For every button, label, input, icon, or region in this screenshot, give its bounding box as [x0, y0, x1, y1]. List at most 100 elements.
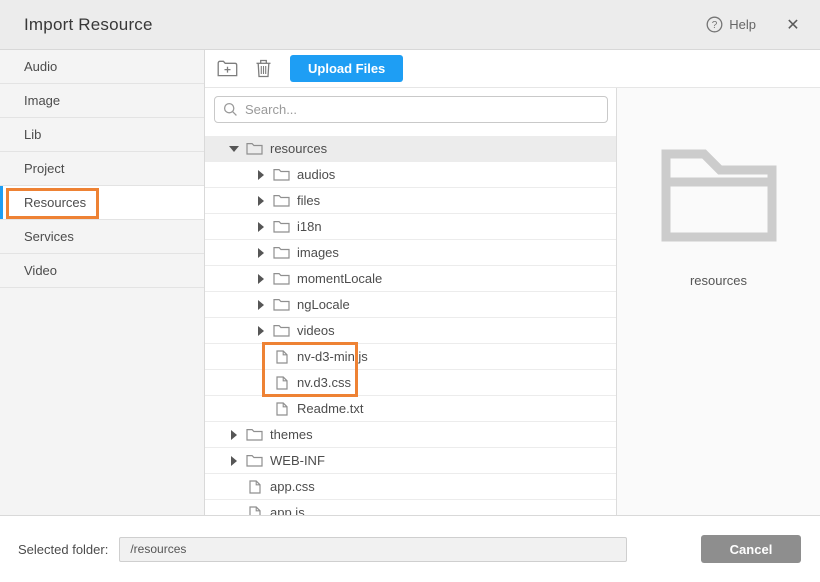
- sidebar-item-lib[interactable]: Lib: [0, 118, 204, 152]
- caret-right-icon[interactable]: [227, 430, 240, 440]
- category-sidebar: Audio Image Lib Project Resources Services Vid…: [0, 50, 205, 515]
- tree-row-themes[interactable]: themes: [205, 422, 616, 448]
- caret-right-icon[interactable]: [254, 274, 267, 284]
- caret-right-icon[interactable]: [254, 300, 267, 310]
- tree-row-label: i18n: [297, 219, 322, 234]
- content-row: resources audios files i18n images momentLoca…: [205, 88, 820, 515]
- tree-row-label: nv.d3.css: [297, 375, 351, 390]
- help-label: Help: [729, 17, 756, 32]
- tree-row-momentLocale[interactable]: momentLocale: [205, 266, 616, 292]
- sidebar-item-label: Audio: [24, 59, 57, 74]
- caret-right-icon[interactable]: [254, 248, 267, 258]
- caret-right-icon[interactable]: [254, 170, 267, 180]
- sidebar-item-image[interactable]: Image: [0, 84, 204, 118]
- add-folder-button[interactable]: [214, 56, 240, 82]
- folder-icon: [273, 168, 290, 181]
- upload-files-button[interactable]: Upload Files: [290, 55, 403, 82]
- preview-folder-name: resources: [690, 273, 747, 288]
- tree-row-i18n[interactable]: i18n: [205, 214, 616, 240]
- caret-right-icon[interactable]: [254, 222, 267, 232]
- tree-row-label: WEB-INF: [270, 453, 325, 468]
- selected-folder-label: Selected folder:: [18, 542, 108, 557]
- svg-text:?: ?: [712, 20, 718, 31]
- file-tree-panel: resources audios files i18n images momentLoca…: [205, 88, 617, 515]
- folder-icon: [246, 142, 263, 155]
- file-icon: [273, 350, 290, 364]
- tree-row-label: audios: [297, 167, 335, 182]
- folder-icon: [273, 272, 290, 285]
- sidebar-item-resources[interactable]: Resources: [0, 186, 204, 220]
- tree-row-label: Readme.txt: [297, 401, 363, 416]
- tree-row-WEB-INF[interactable]: WEB-INF: [205, 448, 616, 474]
- caret-right-icon[interactable]: [254, 326, 267, 336]
- tree-row-label: app.js: [270, 505, 305, 515]
- help-button[interactable]: ? Help: [706, 16, 756, 33]
- cancel-button[interactable]: Cancel: [701, 535, 801, 563]
- sidebar-item-label: Services: [24, 229, 74, 244]
- file-icon: [273, 376, 290, 390]
- tree-row-ngLocale[interactable]: ngLocale: [205, 292, 616, 318]
- dialog-header: Import Resource ? Help ✕: [0, 0, 820, 50]
- sidebar-item-label: Image: [24, 93, 60, 108]
- tree-row-nv.d3.css[interactable]: nv.d3.css: [205, 370, 616, 396]
- tree-row-label: files: [297, 193, 320, 208]
- search-wrap: [205, 88, 616, 123]
- folder-icon: [273, 246, 290, 259]
- delete-button[interactable]: [250, 56, 276, 82]
- toolbar: Upload Files: [205, 50, 820, 88]
- folder-icon: [273, 194, 290, 207]
- tree-row-label: app.css: [270, 479, 315, 494]
- caret-right-icon[interactable]: [254, 196, 267, 206]
- dialog-footer: Selected folder: Cancel: [0, 515, 820, 582]
- folder-icon: [273, 220, 290, 233]
- caret-down-icon[interactable]: [227, 146, 240, 152]
- close-icon[interactable]: ✕: [782, 14, 804, 36]
- file-icon: [246, 506, 263, 516]
- sidebar-item-project[interactable]: Project: [0, 152, 204, 186]
- search-input[interactable]: [214, 96, 608, 123]
- selected-folder-input[interactable]: [119, 537, 627, 562]
- header-actions: ? Help ✕: [706, 14, 804, 36]
- sidebar-item-video[interactable]: Video: [0, 254, 204, 288]
- sidebar-item-label: Video: [24, 263, 57, 278]
- import-resource-dialog: Import Resource ? Help ✕ Audio Image Lib Pr…: [0, 0, 820, 582]
- tree-row-label: nv-d3-min.js: [297, 349, 368, 364]
- folder-icon: [273, 324, 290, 337]
- tree-row-files[interactable]: files: [205, 188, 616, 214]
- sidebar-item-audio[interactable]: Audio: [0, 50, 204, 84]
- tree-row-label: images: [297, 245, 339, 260]
- tree-row-label: themes: [270, 427, 313, 442]
- tree-row-images[interactable]: images: [205, 240, 616, 266]
- tree-row-videos[interactable]: videos: [205, 318, 616, 344]
- large-folder-icon: [660, 139, 778, 242]
- sidebar-item-services[interactable]: Services: [0, 220, 204, 254]
- tree-row-label: videos: [297, 323, 335, 338]
- search-icon: [223, 102, 238, 117]
- add-folder-icon: [217, 60, 238, 77]
- tree-row-resources[interactable]: resources: [205, 136, 616, 162]
- preview-panel: resources: [617, 88, 820, 515]
- file-icon: [273, 402, 290, 416]
- tree-row-audios[interactable]: audios: [205, 162, 616, 188]
- folder-icon: [273, 298, 290, 311]
- sidebar-item-label: Resources: [24, 195, 86, 210]
- tree-row-app.css[interactable]: app.css: [205, 474, 616, 500]
- sidebar-item-label: Project: [24, 161, 64, 176]
- sidebar-item-label: Lib: [24, 127, 41, 142]
- help-icon: ?: [706, 16, 723, 33]
- folder-icon: [246, 428, 263, 441]
- tree-row-label: momentLocale: [297, 271, 382, 286]
- dialog-body: Audio Image Lib Project Resources Services Vid…: [0, 50, 820, 515]
- dialog-title: Import Resource: [24, 15, 153, 35]
- tree-row-Readme.txt[interactable]: Readme.txt: [205, 396, 616, 422]
- folder-icon: [246, 454, 263, 467]
- tree-row-app.js[interactable]: app.js: [205, 500, 616, 515]
- caret-right-icon[interactable]: [227, 456, 240, 466]
- search-box: [214, 96, 608, 123]
- main-area: Upload Files: [205, 50, 820, 515]
- tree-row-label: resources: [270, 141, 327, 156]
- tree-row-nv-d3-min.js[interactable]: nv-d3-min.js: [205, 344, 616, 370]
- trash-icon: [255, 59, 272, 78]
- file-tree: resources audios files i18n images momentLoca…: [205, 136, 616, 515]
- tree-row-label: ngLocale: [297, 297, 350, 312]
